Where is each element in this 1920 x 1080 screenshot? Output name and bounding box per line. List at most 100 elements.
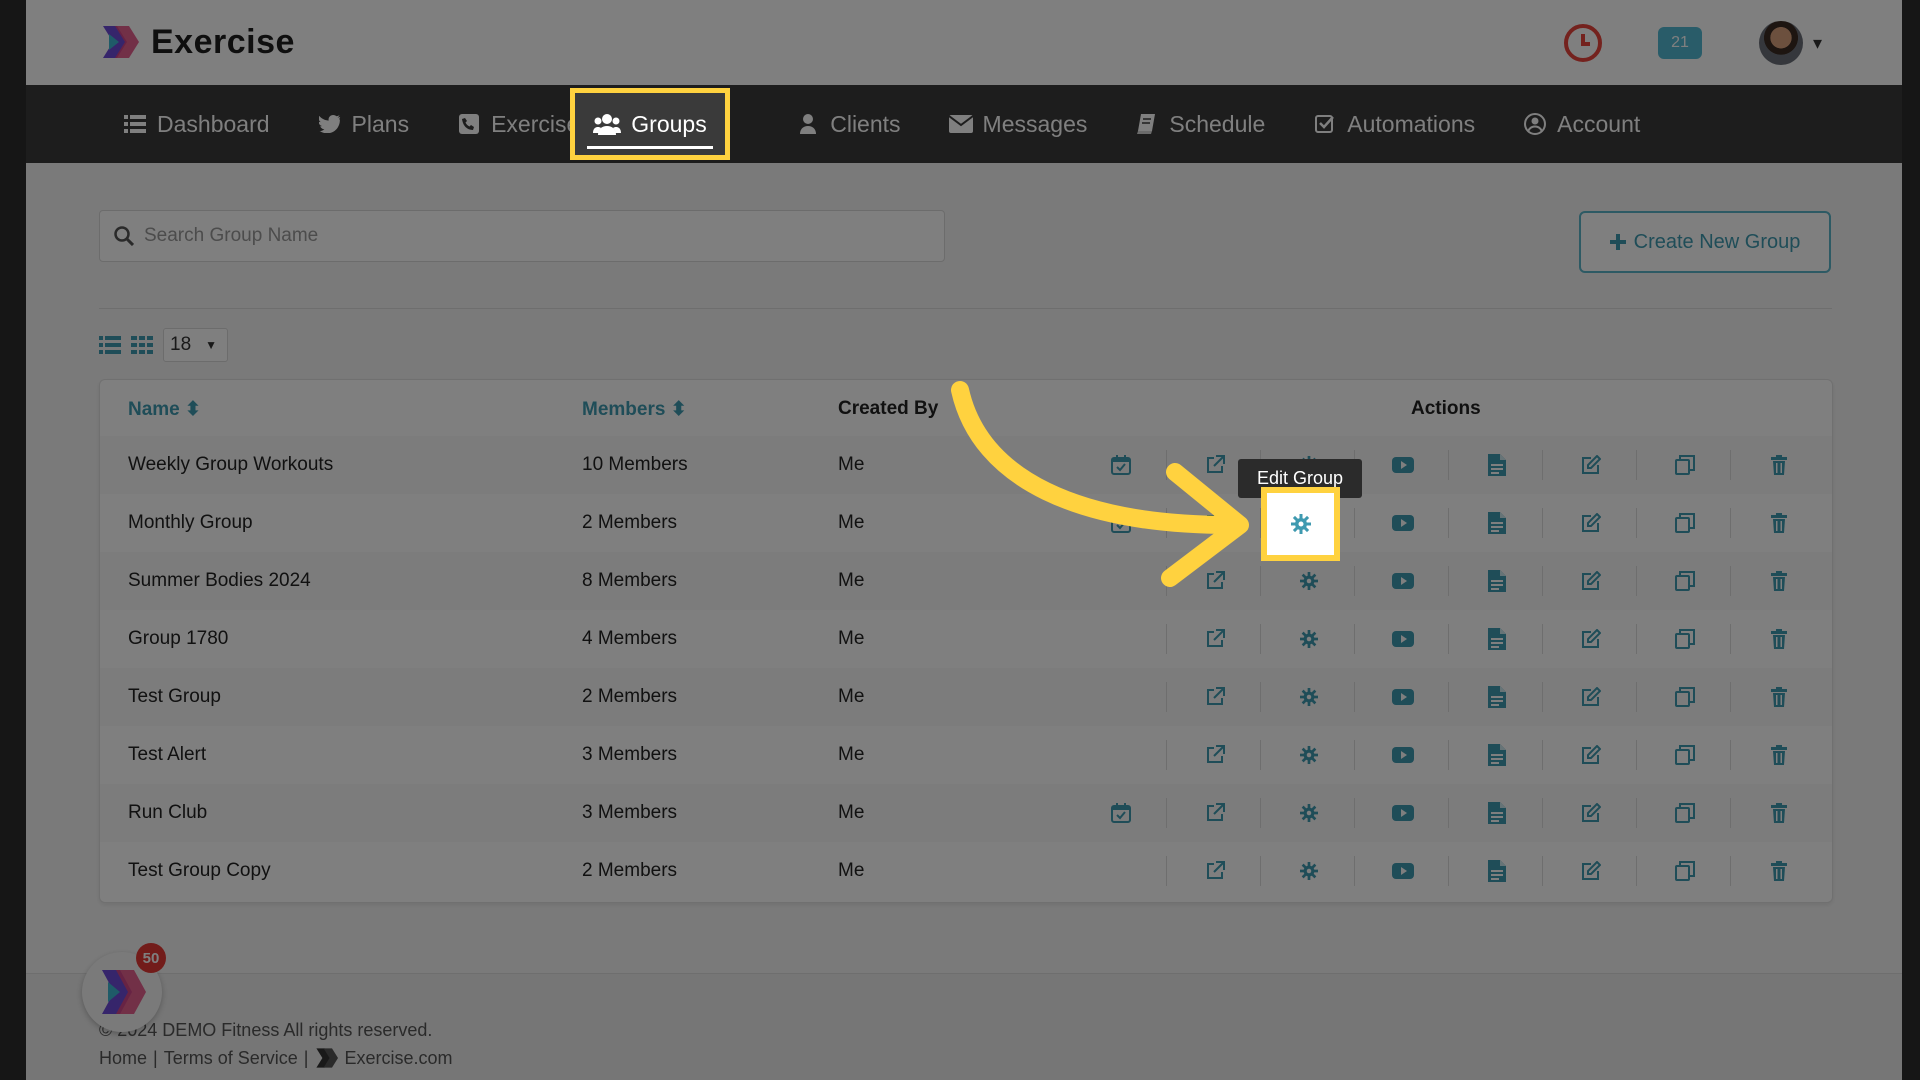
document-icon[interactable] — [1486, 570, 1508, 592]
trash-icon[interactable] — [1768, 860, 1790, 882]
external-link-icon[interactable] — [1204, 744, 1226, 766]
copy-icon[interactable] — [1674, 802, 1696, 824]
nav-item-messages[interactable]: Messages — [925, 85, 1112, 163]
trash-icon[interactable] — [1768, 628, 1790, 650]
edit-icon[interactable] — [1580, 628, 1602, 650]
external-link-icon[interactable] — [1204, 628, 1226, 650]
action-separator — [1448, 624, 1449, 654]
action-separator — [1354, 566, 1355, 596]
external-link-icon[interactable] — [1204, 686, 1226, 708]
video-icon[interactable] — [1392, 628, 1414, 650]
action-separator — [1260, 740, 1261, 770]
group-created-by: Me — [838, 802, 865, 823]
list-view-icon[interactable] — [99, 336, 121, 354]
avatar[interactable] — [1759, 21, 1803, 65]
edit-icon[interactable] — [1580, 744, 1602, 766]
trash-icon[interactable] — [1768, 686, 1790, 708]
group-members: 3 Members — [582, 802, 678, 823]
trash-icon[interactable] — [1768, 512, 1790, 534]
document-icon[interactable] — [1486, 860, 1508, 882]
gear-icon[interactable] — [1298, 628, 1320, 650]
action-separator — [1542, 856, 1543, 886]
bird-icon — [318, 112, 342, 136]
action-separator — [1636, 624, 1637, 654]
edit-icon[interactable] — [1580, 512, 1602, 534]
nav-item-dashboard[interactable]: Dashboard — [99, 85, 294, 163]
nav-item-automations[interactable]: Automations — [1289, 85, 1499, 163]
video-icon[interactable] — [1392, 744, 1414, 766]
group-members: 8 Members — [582, 570, 678, 591]
video-icon[interactable] — [1392, 860, 1414, 882]
group-created-by: Me — [838, 628, 865, 649]
per-page-value: 18 — [170, 334, 192, 355]
trash-icon[interactable] — [1768, 454, 1790, 476]
group-members: 2 Members — [582, 512, 678, 533]
external-link-icon[interactable] — [1204, 860, 1226, 882]
copy-icon[interactable] — [1674, 570, 1696, 592]
sort-name[interactable]: Name ⬍ — [128, 398, 201, 421]
notification-badge[interactable]: 21 — [1658, 27, 1702, 59]
search-input[interactable] — [144, 225, 924, 247]
copy-icon[interactable] — [1674, 454, 1696, 476]
edit-icon[interactable] — [1580, 686, 1602, 708]
edit-icon[interactable] — [1580, 454, 1602, 476]
gear-icon[interactable] — [1298, 686, 1320, 708]
footer-site-link[interactable]: Exercise.com — [344, 1048, 452, 1069]
document-icon[interactable] — [1486, 686, 1508, 708]
external-link-icon[interactable] — [1204, 802, 1226, 824]
phone-square-icon — [457, 112, 481, 136]
grid-view-icon[interactable] — [131, 336, 153, 354]
divider — [99, 308, 1832, 309]
nav-item-plans[interactable]: Plans — [294, 85, 434, 163]
video-icon[interactable] — [1392, 802, 1414, 824]
copy-icon[interactable] — [1674, 628, 1696, 650]
edit-icon[interactable] — [1580, 860, 1602, 882]
nav-item-schedule[interactable]: Schedule — [1111, 85, 1289, 163]
gear-icon[interactable] — [1298, 744, 1320, 766]
video-icon[interactable] — [1392, 570, 1414, 592]
document-icon[interactable] — [1486, 454, 1508, 476]
action-separator — [1636, 740, 1637, 770]
calendar-check-icon[interactable] — [1110, 802, 1132, 824]
nav-label: Dashboard — [157, 110, 270, 137]
trash-icon[interactable] — [1768, 802, 1790, 824]
copy-icon[interactable] — [1674, 512, 1696, 534]
table-row: Test Group 2 Members Me — [100, 668, 1832, 726]
nav-item-groups-highlight[interactable]: Groups — [570, 88, 730, 160]
document-icon[interactable] — [1486, 512, 1508, 534]
video-icon[interactable] — [1392, 454, 1414, 476]
nav-item-clients[interactable]: Clients — [772, 85, 924, 163]
action-separator — [1260, 798, 1261, 828]
edit-group-button-highlight[interactable] — [1261, 487, 1340, 561]
action-separator — [1354, 856, 1355, 886]
clock-icon[interactable] — [1564, 24, 1602, 62]
create-new-group-button[interactable]: Create New Group — [1579, 211, 1831, 273]
chevron-down-icon[interactable]: ▾ — [1813, 33, 1822, 54]
gear-icon[interactable] — [1298, 570, 1320, 592]
document-icon[interactable] — [1486, 802, 1508, 824]
nav-item-account[interactable]: Account — [1499, 85, 1664, 163]
header-actions: Actions — [1411, 398, 1481, 419]
gear-icon[interactable] — [1298, 860, 1320, 882]
per-page-select[interactable]: 18 ▼ — [163, 328, 229, 362]
logo[interactable]: Exercise — [99, 22, 295, 62]
footer-terms-link[interactable]: Terms of Service — [164, 1048, 298, 1069]
document-icon[interactable] — [1486, 744, 1508, 766]
video-icon[interactable] — [1392, 686, 1414, 708]
check-square-icon — [1313, 112, 1337, 136]
action-separator — [1730, 856, 1731, 886]
gear-icon[interactable] — [1298, 802, 1320, 824]
document-icon[interactable] — [1486, 628, 1508, 650]
sort-members[interactable]: Members ⬍ — [582, 398, 687, 421]
edit-icon[interactable] — [1580, 802, 1602, 824]
search-box — [99, 210, 945, 262]
copy-icon[interactable] — [1674, 744, 1696, 766]
edit-icon[interactable] — [1580, 570, 1602, 592]
footer-home-link[interactable]: Home — [99, 1048, 147, 1069]
copy-icon[interactable] — [1674, 686, 1696, 708]
copy-icon[interactable] — [1674, 860, 1696, 882]
trash-icon[interactable] — [1768, 570, 1790, 592]
trash-icon[interactable] — [1768, 744, 1790, 766]
video-icon[interactable] — [1392, 512, 1414, 534]
nav-label: Groups — [631, 110, 707, 137]
